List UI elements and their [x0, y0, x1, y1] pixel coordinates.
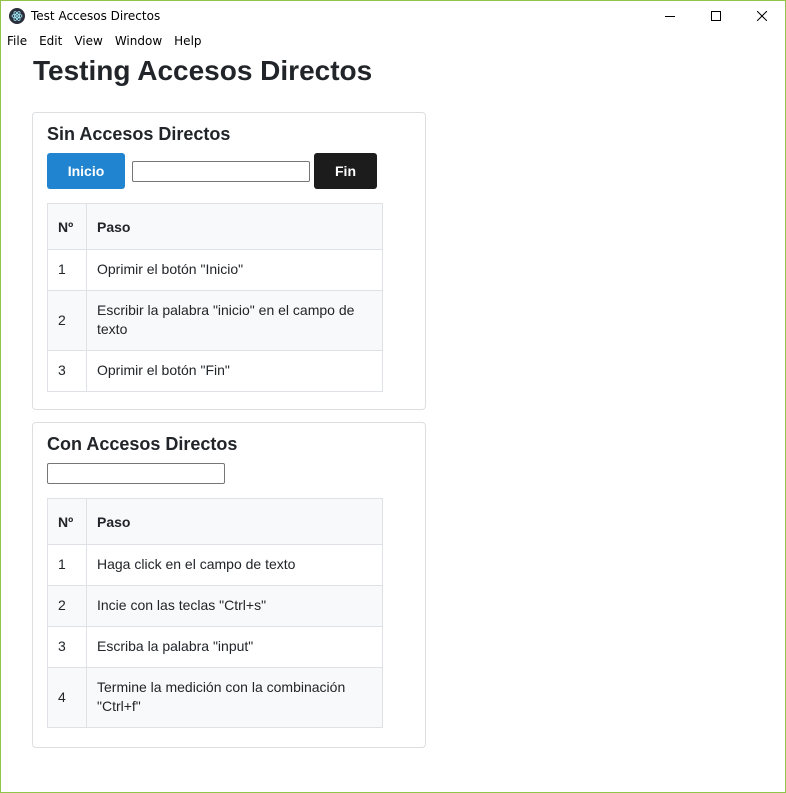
section-title-without: Sin Accesos Directos: [47, 124, 231, 144]
page-title: Testing Accesos Directos: [33, 55, 373, 86]
step-number: 2: [47, 585, 87, 627]
step-text: Termine la medición con la combinación "…: [86, 667, 383, 728]
step-text: Incie con las teclas "Ctrl+s": [86, 585, 383, 627]
column-header-step: Paso: [86, 203, 383, 250]
close-icon: [757, 11, 767, 21]
menu-help[interactable]: Help: [168, 31, 207, 51]
minimize-icon: [665, 16, 675, 17]
window-title: Test Accesos Directos: [31, 9, 161, 23]
column-header-step: Paso: [86, 498, 383, 545]
minimize-button[interactable]: [647, 1, 693, 31]
menu-bar: File Edit View Window Help: [1, 31, 785, 51]
title-bar[interactable]: Test Accesos Directos: [1, 1, 785, 31]
window-controls: [647, 1, 785, 31]
end-button[interactable]: Fin: [314, 153, 377, 189]
step-number: 1: [47, 544, 87, 586]
step-number: 2: [47, 290, 87, 351]
section-without-shortcuts: Sin Accesos Directos Inicio Fin Nº Paso …: [32, 112, 426, 410]
step-number: 4: [47, 667, 87, 728]
menu-view[interactable]: View: [68, 31, 108, 51]
text-input-with[interactable]: [47, 463, 225, 484]
maximize-button[interactable]: [693, 1, 739, 31]
step-text: Escriba la palabra "input": [86, 626, 383, 668]
electron-icon: [9, 8, 25, 24]
table-row: 4 Termine la medición con la combinación…: [47, 667, 383, 728]
table-row: 2 Incie con las teclas "Ctrl+s": [47, 585, 383, 627]
table-row: 1 Haga click en el campo de texto: [47, 544, 383, 586]
step-number: 1: [47, 249, 87, 291]
menu-file[interactable]: File: [1, 31, 33, 51]
section-with-shortcuts: Con Accesos Directos Nº Paso 1 Haga clic…: [32, 422, 426, 748]
section-title-with: Con Accesos Directos: [47, 434, 238, 454]
step-text: Haga click en el campo de texto: [86, 544, 383, 586]
table-row: 3 Escriba la palabra "input": [47, 626, 383, 668]
step-number: 3: [47, 350, 87, 392]
table-row: 2 Escribir la palabra "inicio" en el cam…: [47, 290, 383, 351]
column-header-number: Nº: [47, 498, 87, 545]
controls-row: Inicio Fin: [47, 153, 425, 189]
main-content: Testing Accesos Directos Sin Accesos Dir…: [1, 51, 785, 748]
column-header-number: Nº: [47, 203, 87, 250]
text-input-without[interactable]: [132, 160, 310, 182]
table-row: 1 Oprimir el botón "Inicio": [47, 249, 383, 291]
start-button[interactable]: Inicio: [47, 153, 125, 189]
steps-table-without: Nº Paso 1 Oprimir el botón "Inicio" 2 Es…: [47, 203, 383, 392]
menu-window[interactable]: Window: [109, 31, 168, 51]
app-window: Test Accesos Directos File Edit View Win…: [0, 0, 786, 793]
step-text: Escribir la palabra "inicio" en el campo…: [86, 290, 383, 351]
steps-table-with: Nº Paso 1 Haga click en el campo de text…: [47, 498, 383, 728]
menu-edit[interactable]: Edit: [33, 31, 68, 51]
close-button[interactable]: [739, 1, 785, 31]
maximize-icon: [711, 11, 721, 21]
table-row: 3 Oprimir el botón "Fin": [47, 350, 383, 392]
step-number: 3: [47, 626, 87, 668]
step-text: Oprimir el botón "Inicio": [86, 249, 383, 291]
step-text: Oprimir el botón "Fin": [86, 350, 383, 392]
